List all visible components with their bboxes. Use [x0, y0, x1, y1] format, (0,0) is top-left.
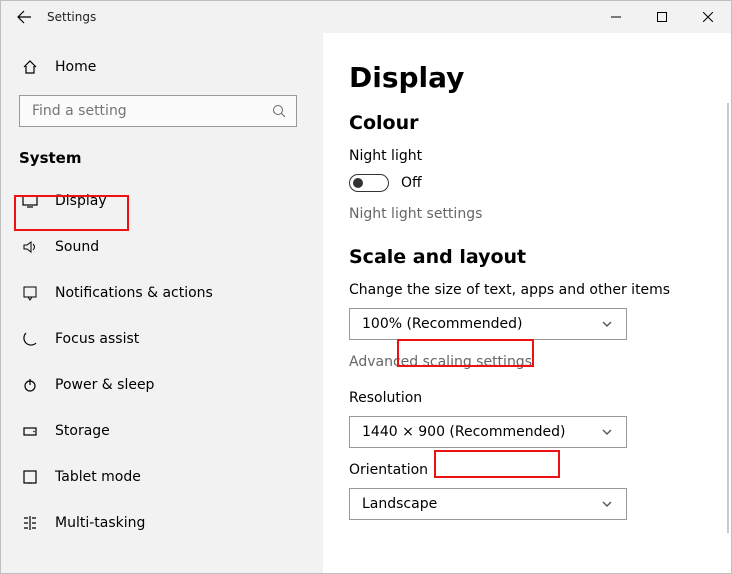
minimize-button[interactable] — [593, 1, 639, 33]
settings-window: Settings Home — [0, 0, 732, 574]
sidebar-item-label: Focus assist — [55, 331, 139, 347]
sidebar-item-power-sleep[interactable]: Power & sleep — [1, 365, 323, 405]
sidebar-item-label: Sound — [55, 239, 99, 255]
close-button[interactable] — [685, 1, 731, 33]
orientation-label: Orientation — [349, 462, 705, 478]
home-icon — [19, 59, 41, 75]
back-arrow-icon — [16, 9, 32, 25]
sidebar-item-display[interactable]: Display — [1, 181, 323, 221]
scale-label: Change the size of text, apps and other … — [349, 282, 705, 298]
titlebar: Settings — [1, 1, 731, 33]
sidebar-item-label: Display — [55, 193, 107, 209]
sidebar-item-label: Multi-tasking — [55, 515, 145, 531]
tablet-icon — [19, 469, 41, 485]
scrollbar[interactable] — [727, 103, 730, 533]
sidebar: Home System Display — [1, 33, 323, 573]
night-light-toggle-state: Off — [401, 175, 422, 191]
sidebar-item-label: Storage — [55, 423, 110, 439]
sidebar-item-storage[interactable]: Storage — [1, 411, 323, 451]
sidebar-item-tablet-mode[interactable]: Tablet mode — [1, 457, 323, 497]
night-light-settings-link[interactable]: Night light settings — [349, 206, 482, 222]
orientation-dropdown-value: Landscape — [362, 496, 600, 512]
search-field[interactable] — [30, 102, 272, 120]
search-icon — [272, 104, 286, 118]
sidebar-nav: Display Sound Notifications & actions — [1, 181, 323, 543]
back-button[interactable] — [1, 1, 47, 33]
colour-heading: Colour — [349, 112, 705, 134]
close-icon — [703, 12, 713, 22]
toggle-knob — [353, 178, 363, 188]
resolution-dropdown-value: 1440 × 900 (Recommended) — [362, 424, 600, 440]
home-button[interactable]: Home — [1, 47, 323, 87]
chevron-down-icon — [600, 426, 614, 438]
sidebar-item-label: Tablet mode — [55, 469, 141, 485]
chevron-down-icon — [600, 318, 614, 330]
search-input[interactable] — [19, 95, 297, 127]
storage-icon — [19, 423, 41, 439]
minimize-icon — [611, 12, 621, 22]
maximize-icon — [657, 12, 667, 22]
sidebar-item-sound[interactable]: Sound — [1, 227, 323, 267]
scale-dropdown-value: 100% (Recommended) — [362, 316, 600, 332]
orientation-dropdown[interactable]: Landscape — [349, 488, 627, 520]
notifications-icon — [19, 285, 41, 301]
home-label: Home — [55, 59, 96, 75]
main-panel: Display Colour Night light Off Night lig… — [323, 33, 731, 573]
resolution-label: Resolution — [349, 390, 705, 406]
power-icon — [19, 377, 41, 393]
night-light-label: Night light — [349, 148, 705, 164]
sound-icon — [19, 239, 41, 255]
night-light-toggle-row: Off — [349, 174, 705, 192]
display-icon — [19, 193, 41, 209]
sidebar-item-label: Notifications & actions — [55, 285, 213, 301]
scale-dropdown[interactable]: 100% (Recommended) — [349, 308, 627, 340]
night-light-toggle[interactable] — [349, 174, 389, 192]
maximize-button[interactable] — [639, 1, 685, 33]
sidebar-item-notifications[interactable]: Notifications & actions — [1, 273, 323, 313]
content-area: Home System Display — [1, 33, 731, 573]
multitasking-icon — [19, 515, 41, 531]
focus-assist-icon — [19, 331, 41, 347]
advanced-scaling-link[interactable]: Advanced scaling settings — [349, 354, 532, 370]
sidebar-item-label: Power & sleep — [55, 377, 154, 393]
resolution-dropdown[interactable]: 1440 × 900 (Recommended) — [349, 416, 627, 448]
sidebar-item-multitasking[interactable]: Multi-tasking — [1, 503, 323, 543]
chevron-down-icon — [600, 498, 614, 510]
sidebar-section-title: System — [1, 139, 323, 181]
sidebar-item-focus-assist[interactable]: Focus assist — [1, 319, 323, 359]
window-title: Settings — [47, 10, 96, 24]
scale-layout-heading: Scale and layout — [349, 246, 705, 268]
page-title: Display — [349, 61, 705, 94]
